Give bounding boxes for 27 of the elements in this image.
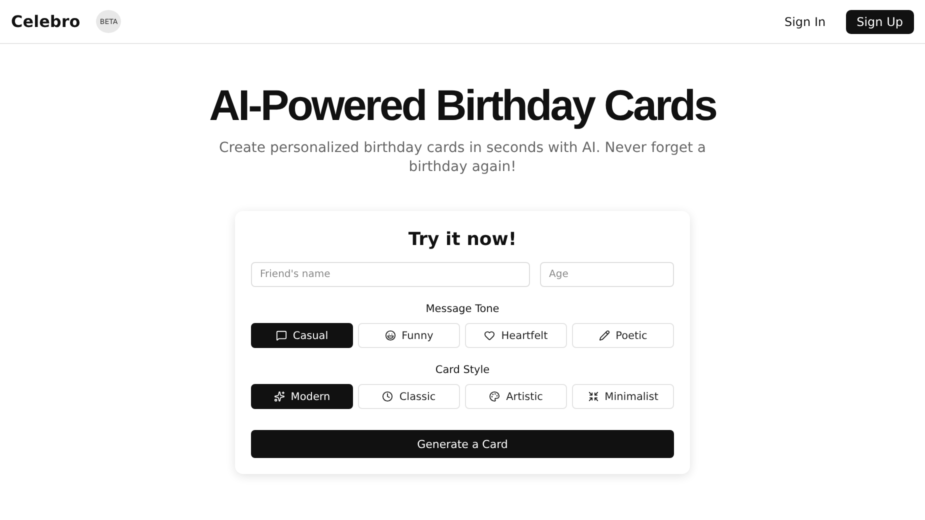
message-icon bbox=[276, 330, 287, 341]
card-title: Try it now! bbox=[407, 229, 518, 250]
palette-icon bbox=[489, 391, 500, 402]
generate-button[interactable]: Generate a Card bbox=[251, 430, 674, 458]
clock-icon bbox=[382, 391, 394, 402]
option-button[interactable]: Minimalist bbox=[572, 384, 674, 409]
option-button[interactable]: Casual bbox=[251, 323, 353, 348]
smiley-icon bbox=[384, 330, 396, 341]
hero-title: AI-Powered Birthday Cards bbox=[209, 82, 716, 131]
shrink-icon bbox=[588, 391, 599, 402]
option-button[interactable]: Funny bbox=[358, 323, 460, 348]
section-label: Message Tone bbox=[424, 303, 500, 315]
option-button[interactable]: Classic bbox=[358, 384, 460, 409]
hero-subtitle: Create personalized birthday cards in seconds with AI. Never forget a birthday again! bbox=[218, 139, 707, 177]
option-button[interactable]: Poetic bbox=[572, 323, 674, 348]
option-button[interactable]: Artistic bbox=[465, 384, 567, 409]
heart-icon bbox=[484, 330, 496, 341]
age-field[interactable]: Age bbox=[540, 262, 674, 287]
pencil-icon bbox=[598, 330, 610, 341]
sign-in-link[interactable]: Sign In bbox=[784, 14, 826, 28]
logo: Celebro bbox=[11, 12, 80, 31]
sign-up-button[interactable]: Sign Up bbox=[846, 10, 914, 34]
option-button[interactable]: Modern bbox=[251, 384, 353, 409]
sparkles-icon bbox=[274, 391, 285, 402]
option-button[interactable]: Heartfelt bbox=[465, 323, 567, 348]
name-field[interactable]: Friend's name bbox=[251, 262, 530, 287]
section-label: Card Style bbox=[434, 364, 491, 376]
